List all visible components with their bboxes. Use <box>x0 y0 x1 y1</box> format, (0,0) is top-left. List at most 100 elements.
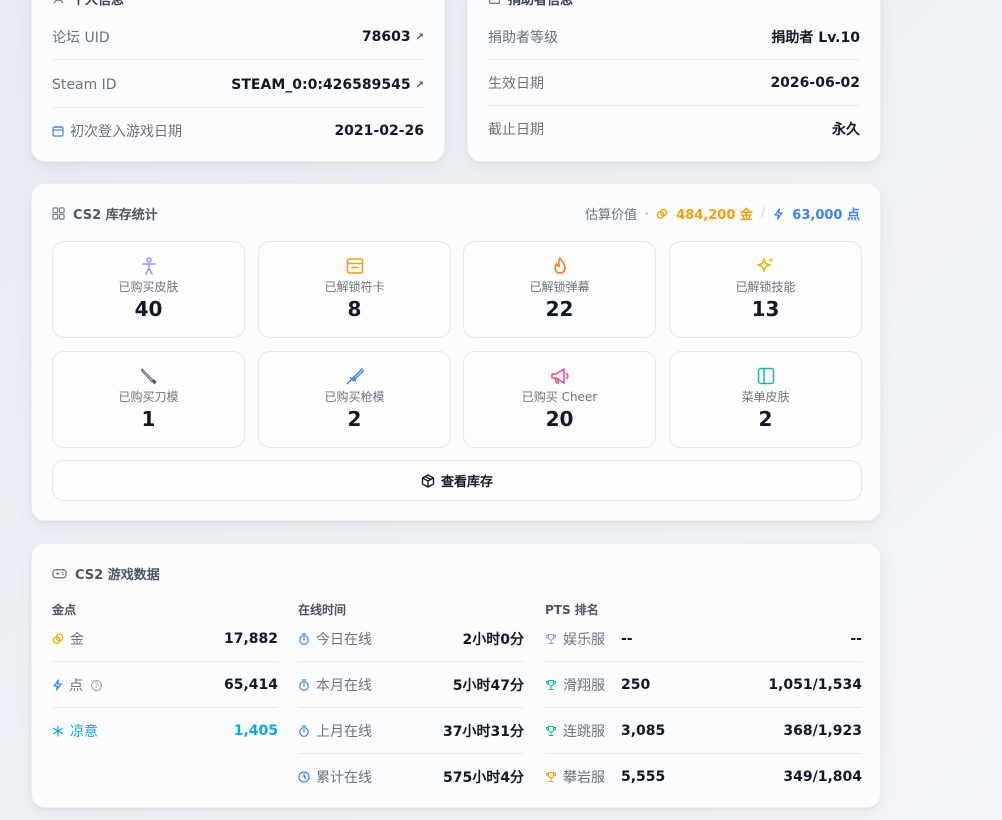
personal-info-title: 个人信息 <box>72 0 125 8</box>
game-data-card: CS2 游戏数据 金点 金 17,882 点 ? 65,414 凉意 1,405… <box>31 543 881 808</box>
bolt-icon <box>774 207 783 220</box>
stat-tile-guns[interactable]: 已购买枪模 2 <box>258 351 451 448</box>
online-total-value: 575小时4分 <box>443 770 524 786</box>
pts-server-label: 滑翔服 <box>563 678 605 694</box>
stat-tile-label: 已购买皮肤 <box>118 280 179 294</box>
pts-score: 250 <box>621 677 651 693</box>
stat-tile-value: 2 <box>347 407 362 431</box>
coolness-label: 凉意 <box>70 724 98 740</box>
stat-tile-label: 已解锁技能 <box>735 280 796 294</box>
pts-server-label: 攀岩服 <box>563 770 605 786</box>
pts-label-wrap: 攀岩服 <box>545 767 605 787</box>
stat-tile-cards[interactable]: 已解锁符卡 8 <box>258 241 451 338</box>
expiry-date-row: 截止日期 永久 <box>488 106 860 152</box>
value-divider: / <box>760 206 766 221</box>
forum-uid-row: 论坛 UID 78603 ↗ <box>52 14 424 60</box>
pts-server-label: 娱乐服 <box>563 632 605 648</box>
online-total-label-wrap: 累计在线 <box>298 767 443 787</box>
inventory-stats-title: CS2 库存统计 <box>73 208 158 223</box>
stopwatch-icon <box>299 633 309 645</box>
view-inventory-label: 查看库存 <box>440 475 493 490</box>
pts-row-entertainment: 娱乐服 -- -- <box>545 616 862 662</box>
donor-info-card: 捐助者信息 捐助者等级 捐助者 Lv.10 生效日期 2026-06-02 截止… <box>467 0 881 162</box>
online-last-month-label: 上月在线 <box>316 724 372 740</box>
online-month-label: 本月在线 <box>316 678 372 694</box>
stat-tile-value: 40 <box>134 297 163 321</box>
stat-tile-menu-skins[interactable]: 菜单皮肤 2 <box>669 351 862 448</box>
gold-label: 金 <box>70 632 84 648</box>
steam-id-row: Steam ID STEAM_0:0:426589545 ↗ <box>52 62 424 108</box>
external-link-icon: ↗ <box>415 79 424 91</box>
online-today-label: 今日在线 <box>316 632 372 648</box>
stopwatch-icon <box>299 679 309 691</box>
package-icon <box>421 473 435 488</box>
first-login-label-wrap: 初次登入游戏日期 <box>52 121 182 141</box>
online-total-label: 累计在线 <box>316 770 372 786</box>
stat-tile-value: 20 <box>545 407 574 431</box>
online-today-label-wrap: 今日在线 <box>298 629 463 649</box>
online-month-row: 本月在线 5小时47分 <box>298 662 524 708</box>
pts-row-glide: 滑翔服 250 1,051/1,534 <box>545 662 862 708</box>
gift-icon <box>489 0 500 4</box>
first-login-value: 2021-02-26 <box>334 123 424 139</box>
pts-label-wrap: 娱乐服 <box>545 629 605 649</box>
panel-icon <box>757 367 774 385</box>
user-icon <box>53 0 64 4</box>
coins-icon <box>52 633 64 644</box>
flame-icon <box>553 257 566 274</box>
donor-level-value: 捐助者 Lv.10 <box>771 30 860 46</box>
effective-date-value: 2026-06-02 <box>770 75 860 91</box>
gamepad-icon <box>52 569 67 579</box>
online-month-label-wrap: 本月在线 <box>298 675 453 695</box>
pts-score: 3,085 <box>621 723 666 739</box>
stat-tile-barrage[interactable]: 已解锁弹幕 22 <box>463 241 656 338</box>
stat-tile-skins[interactable]: 已购买皮肤 40 <box>52 241 245 338</box>
coolness-value: 1,405 <box>233 723 278 739</box>
online-last-month-row: 上月在线 37小时31分 <box>298 708 524 754</box>
megaphone-icon <box>550 368 569 384</box>
estimated-value-label: 估算价值 <box>585 208 638 223</box>
snowflake-icon <box>53 725 63 737</box>
online-last-month-label-wrap: 上月在线 <box>298 721 443 741</box>
pts-score: -- <box>621 631 633 647</box>
gold-label-wrap: 金 <box>52 629 224 649</box>
donor-info-header: 捐助者信息 <box>488 0 573 8</box>
coolness-label-wrap: 凉意 <box>52 721 234 741</box>
pts-row-bhop: 连跳服 3,085 368/1,923 <box>545 708 862 754</box>
estimated-points-value: 63,000 点 <box>792 208 860 223</box>
sparkles-icon <box>756 257 773 272</box>
pts-label-wrap: 连跳服 <box>545 721 605 741</box>
pts-label-wrap: 滑翔服 <box>545 675 605 695</box>
first-login-label: 初次登入游戏日期 <box>70 124 182 140</box>
online-month-value: 5小时47分 <box>452 678 524 694</box>
stat-tile-knives[interactable]: 已购买刀模 1 <box>52 351 245 448</box>
pts-row-climb: 攀岩服 5,555 349/1,804 <box>545 754 862 800</box>
stat-tile-value: 8 <box>347 297 362 321</box>
stat-tile-skills[interactable]: 已解锁技能 13 <box>669 241 862 338</box>
coins-icon <box>656 208 668 219</box>
personal-info-card: 个人信息 论坛 UID 78603 ↗ Steam ID STEAM_0:0:42… <box>31 0 445 162</box>
inventory-stats-header: CS2 库存统计 <box>52 204 158 223</box>
trophy-icon <box>545 771 557 783</box>
help-icon[interactable]: ? <box>91 679 102 691</box>
steam-id-link[interactable]: STEAM_0:0:426589545 ↗ <box>231 77 424 93</box>
stat-tile-cheer[interactable]: 已购买 Cheer 20 <box>463 351 656 448</box>
game-data-title: CS2 游戏数据 <box>75 568 160 583</box>
donor-level-row: 捐助者等级 捐助者 Lv.10 <box>488 14 860 60</box>
trophy-icon <box>545 725 557 737</box>
expiry-date-label: 截止日期 <box>488 122 544 138</box>
personal-info-header: 个人信息 <box>52 0 124 8</box>
separator-dot <box>645 212 649 215</box>
view-inventory-button[interactable]: 查看库存 <box>52 460 862 501</box>
clock-icon <box>298 771 310 783</box>
effective-date-row: 生效日期 2026-06-02 <box>488 60 860 106</box>
stopwatch-icon <box>299 725 309 737</box>
forum-uid-link[interactable]: 78603 ↗ <box>362 29 424 45</box>
forum-uid-label: 论坛 UID <box>52 30 110 46</box>
grid-icon <box>52 207 65 220</box>
points-label: 点 <box>69 678 83 694</box>
trophy-icon <box>545 679 557 691</box>
stat-tile-value: 1 <box>141 407 156 431</box>
coolness-row: 凉意 1,405 <box>52 708 278 754</box>
card-icon <box>346 258 363 274</box>
